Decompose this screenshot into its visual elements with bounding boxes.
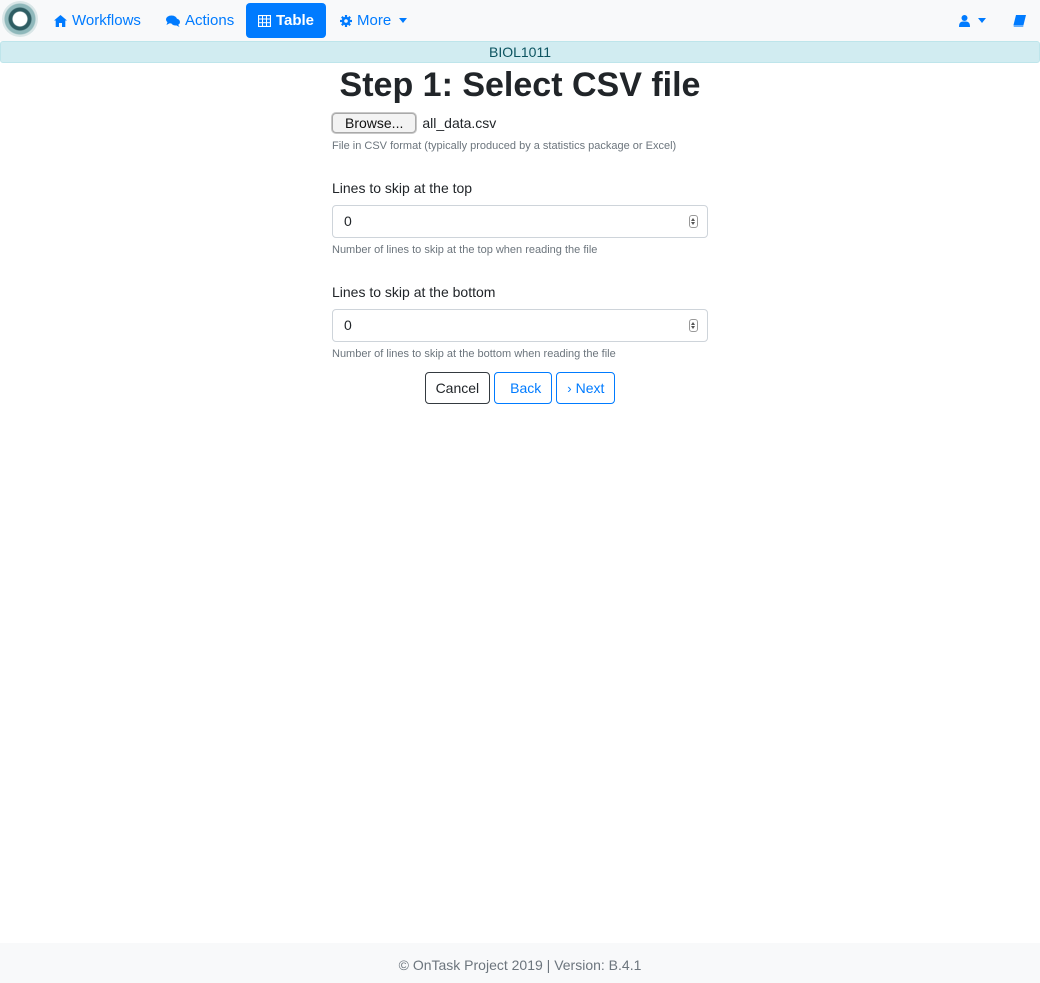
page-title: Step 1: Select CSV file <box>339 66 701 104</box>
cancel-button[interactable]: Cancel <box>424 372 491 404</box>
workflow-name: BIOL1011 <box>488 44 551 60</box>
selected-file-name: all_data.csv <box>422 115 497 131</box>
nav-table[interactable]: Table <box>246 3 326 38</box>
skip-top-input[interactable]: 0 <box>332 205 708 238</box>
next-button[interactable]: › Next <box>556 372 616 404</box>
skip-bottom-value: 0 <box>344 317 352 333</box>
user-menu-dropdown[interactable] <box>949 3 996 38</box>
back-button[interactable]: Back <box>494 372 553 404</box>
file-help-text: File in CSV format (typically produced b… <box>332 140 677 152</box>
footer: © OnTask Project 2019 | Version: B.4.1 <box>0 943 1040 983</box>
documentation-link[interactable] <box>1003 3 1036 38</box>
chevron-down-icon <box>978 18 986 23</box>
comments-icon <box>166 15 180 27</box>
chevron-right-icon: › <box>567 380 572 396</box>
nav-table-label: Table <box>275 12 315 29</box>
next-button-label: Next <box>575 380 605 396</box>
nav-workflows-label: Workflows <box>72 12 141 29</box>
book-icon <box>1013 14 1026 27</box>
gear-icon <box>340 14 352 27</box>
table-icon <box>257 14 271 27</box>
ontask-logo[interactable] <box>2 1 38 37</box>
skip-bottom-help-text: Number of lines to skip at the bottom wh… <box>332 348 616 360</box>
nav-actions[interactable]: Actions <box>156 3 244 38</box>
top-navbar: Workflows Actions Table More <box>0 0 1040 41</box>
footer-text: © OnTask Project 2019 | Version: B.4.1 <box>398 957 642 973</box>
csv-upload-form: Browse... all_data.csv File in CSV forma… <box>332 112 708 361</box>
skip-bottom-label: Lines to skip at the bottom <box>332 284 496 300</box>
skip-bottom-stepper[interactable] <box>689 319 698 332</box>
nav-more-label: More <box>357 12 392 29</box>
skip-top-help-text: Number of lines to skip at the top when … <box>332 244 598 256</box>
home-icon <box>54 14 67 27</box>
workflow-name-banner: BIOL1011 <box>0 41 1040 63</box>
skip-top-stepper[interactable] <box>689 215 698 228</box>
nav-actions-label: Actions <box>185 12 235 29</box>
chevron-down-icon <box>399 18 408 23</box>
skip-top-label: Lines to skip at the top <box>332 180 473 196</box>
skip-bottom-input[interactable]: 0 <box>332 309 708 342</box>
browse-button[interactable]: Browse... <box>332 113 417 133</box>
form-actions: Cancel Back › Next <box>0 372 1040 404</box>
skip-top-value: 0 <box>344 213 352 229</box>
nav-workflows[interactable]: Workflows <box>44 3 151 38</box>
user-icon <box>959 14 970 27</box>
nav-more-dropdown[interactable]: More <box>330 3 417 38</box>
file-input-row: Browse... all_data.csv <box>332 112 708 134</box>
